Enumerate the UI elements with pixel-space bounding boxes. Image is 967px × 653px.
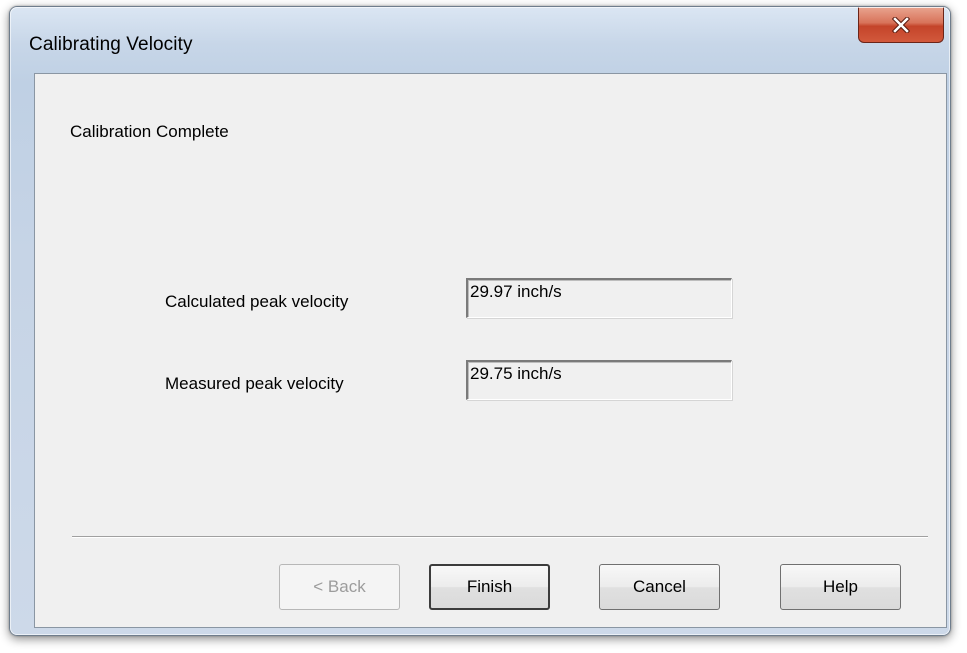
- calculated-velocity-label: Calculated peak velocity: [165, 292, 349, 311]
- dialog-body: Calibration Complete Calculated peak vel…: [34, 73, 947, 628]
- page-heading: Calibration Complete: [70, 122, 229, 141]
- calculated-velocity-field: 29.97 inch/s: [466, 278, 732, 318]
- close-icon: [892, 16, 910, 33]
- dialog-window: Calibrating Velocity Calibration Complet…: [9, 6, 951, 636]
- finish-button[interactable]: Finish: [429, 564, 550, 610]
- measured-velocity-field: 29.75 inch/s: [466, 360, 732, 400]
- measured-velocity-label: Measured peak velocity: [165, 374, 344, 393]
- cancel-button[interactable]: Cancel: [599, 564, 720, 610]
- back-button[interactable]: < Back: [279, 564, 400, 610]
- window-title: Calibrating Velocity: [29, 34, 193, 55]
- help-button[interactable]: Help: [780, 564, 901, 610]
- separator: [72, 536, 928, 538]
- close-button[interactable]: [858, 7, 944, 43]
